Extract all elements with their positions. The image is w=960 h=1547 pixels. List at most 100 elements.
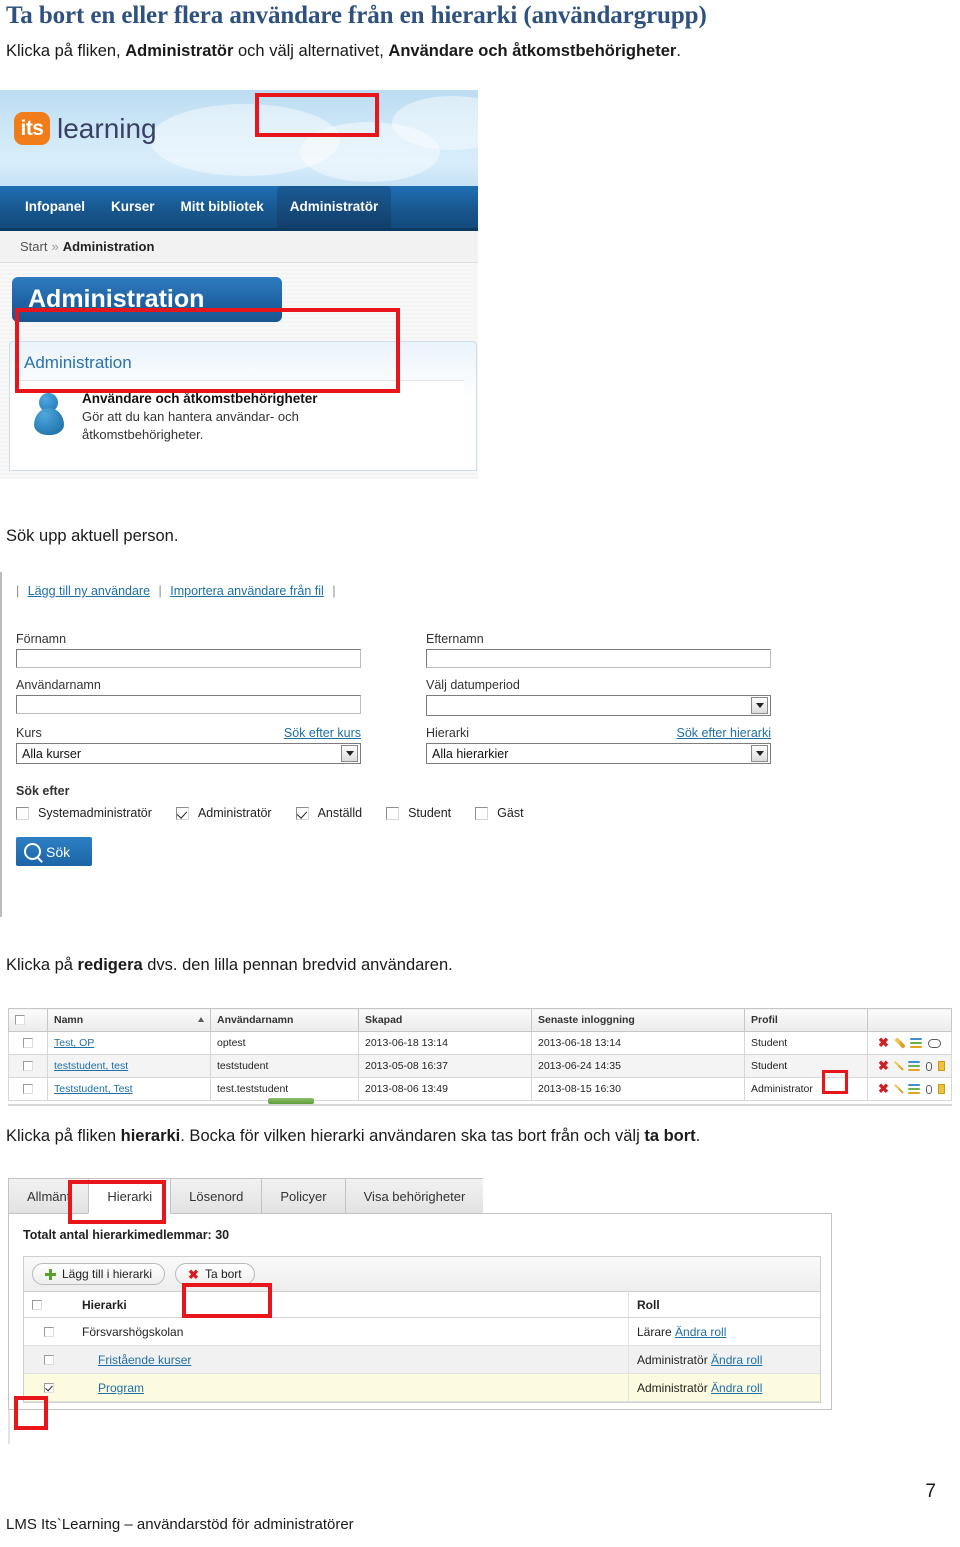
highlight-box-ta-bort-button: [182, 1283, 272, 1318]
select-kurs[interactable]: Alla kurser: [16, 743, 361, 764]
checkbox-item-student[interactable]: Student: [386, 806, 451, 820]
checkbox-item-anstalld[interactable]: Anställd: [295, 806, 362, 820]
search-button-label: Sök: [46, 843, 71, 860]
checkbox-student[interactable]: [386, 806, 400, 820]
page-number: 7: [925, 1481, 936, 1502]
link-andra-roll[interactable]: Ändra roll: [711, 1353, 762, 1367]
header-senaste-inloggning[interactable]: Senaste inloggning: [531, 1008, 745, 1032]
checkbox-row-select-checked[interactable]: [44, 1383, 54, 1394]
tabstrip-filler: [483, 1177, 832, 1214]
chevron-down-icon[interactable]: [341, 745, 358, 762]
select-datumperiod[interactable]: [426, 695, 771, 716]
link-hierarchy-name[interactable]: Fristående kurser: [98, 1353, 191, 1367]
mail-icon[interactable]: [938, 1084, 945, 1094]
edit-pencil-icon[interactable]: [894, 1037, 906, 1049]
cell-skapad: 2013-05-08 16:37: [358, 1054, 532, 1078]
row-checkbox-cell[interactable]: [24, 1345, 74, 1374]
list-icon[interactable]: [910, 1038, 922, 1048]
table-row: teststudent, test teststudent 2013-05-08…: [8, 1054, 952, 1078]
hierarchy-toolbar: Lägg till i hierarki ✖ Ta bort: [24, 1257, 820, 1292]
step4-paragraph: Klicka på fliken hierarki. Bocka för vil…: [6, 1127, 700, 1146]
checkbox-row-select[interactable]: [23, 1061, 33, 1072]
remove-button[interactable]: ✖ Ta bort: [175, 1263, 255, 1285]
sort-ascending-icon: [198, 1017, 204, 1022]
checkbox-gast[interactable]: [475, 806, 489, 820]
link-user-name[interactable]: Teststudent, Test: [54, 1083, 133, 1095]
chevron-down-icon[interactable]: [751, 745, 768, 762]
list-icon[interactable]: [907, 1084, 920, 1094]
nav-tab-administrator[interactable]: Administratör: [276, 186, 392, 228]
checkbox-row-select[interactable]: [44, 1355, 54, 1366]
delete-icon[interactable]: ✖: [878, 1036, 890, 1049]
link-hierarchy-name[interactable]: Program: [98, 1381, 144, 1395]
chevron-down-icon[interactable]: [751, 697, 768, 714]
edit-pencil-icon[interactable]: [894, 1084, 904, 1094]
input-efternamn[interactable]: [426, 649, 771, 668]
cell-hierarki[interactable]: Program: [74, 1373, 629, 1402]
nav-tab-kurser[interactable]: Kurser: [98, 186, 168, 228]
search-button[interactable]: Sök: [16, 837, 92, 866]
checkbox-anstalld[interactable]: [295, 806, 309, 820]
step4-suffix: .: [695, 1127, 701, 1145]
checkbox-select-all[interactable]: [15, 1015, 25, 1026]
header-namn[interactable]: Namn: [47, 1008, 211, 1032]
delete-icon[interactable]: ✖: [878, 1059, 890, 1072]
message-icon[interactable]: [925, 1061, 933, 1071]
plus-icon: [45, 1268, 56, 1280]
checkbox-row-select[interactable]: [44, 1327, 54, 1338]
edit-pencil-icon[interactable]: [894, 1061, 904, 1071]
users-card-description-line1: Gör att du kan hantera användar- och: [82, 409, 299, 424]
header-skapad[interactable]: Skapad: [358, 1008, 532, 1032]
link-import-users-from-file[interactable]: Importera användare från fil: [170, 584, 324, 598]
row-checkbox-cell[interactable]: [8, 1054, 48, 1078]
intro-suffix: .: [676, 42, 681, 60]
cell-hierarki[interactable]: Fristående kurser: [74, 1345, 629, 1374]
header-profil[interactable]: Profil: [744, 1008, 868, 1032]
link-andra-roll[interactable]: Ändra roll: [711, 1381, 762, 1395]
message-icon[interactable]: [925, 1084, 933, 1094]
cell-namn[interactable]: Teststudent, Test: [47, 1077, 211, 1101]
nav-tab-mitt-bibliotek[interactable]: Mitt bibliotek: [168, 186, 277, 228]
checkbox-select-all-hierarchies[interactable]: [32, 1300, 42, 1311]
its-learning-header: its learning: [0, 90, 478, 186]
link-sok-efter-hierarki[interactable]: Sök efter hierarki: [677, 726, 771, 740]
link-add-new-user[interactable]: Lägg till ny användare: [28, 584, 150, 598]
checkbox-item-gast[interactable]: Gäst: [475, 806, 524, 820]
step4-prefix: Klicka på fliken: [6, 1127, 121, 1145]
row-checkbox-cell[interactable]: [24, 1317, 74, 1346]
message-icon[interactable]: [928, 1038, 941, 1048]
nav-tab-infopanel[interactable]: Infopanel: [12, 186, 98, 228]
list-icon[interactable]: [907, 1061, 920, 1071]
total-members-label: Totalt antal hierarkimedlemmar: 30: [23, 1228, 230, 1242]
input-fornamn[interactable]: [16, 649, 361, 668]
cell-namn[interactable]: teststudent, test: [47, 1054, 211, 1078]
tab-visa-behorigheter[interactable]: Visa behörigheter: [344, 1178, 484, 1214]
delete-icon[interactable]: ✖: [878, 1082, 890, 1095]
cell-namn[interactable]: Test, OP: [47, 1031, 211, 1055]
link-user-name[interactable]: Test, OP: [54, 1037, 94, 1049]
checkbox-label-gast: Gäst: [497, 806, 524, 820]
row-checkbox-cell[interactable]: [8, 1077, 48, 1101]
checkbox-row-select[interactable]: [23, 1038, 33, 1049]
input-anvandarnamn[interactable]: [16, 695, 361, 714]
checkbox-item-systemadministrator[interactable]: Systemadministratör: [16, 806, 152, 820]
checkbox-label-student: Student: [408, 806, 452, 820]
tab-losenord[interactable]: Lösenord: [170, 1178, 262, 1214]
hierarchy-header-row: Hierarki Roll: [24, 1292, 820, 1318]
header-anvandarnamn[interactable]: Användarnamn: [210, 1008, 359, 1032]
link-andra-roll[interactable]: Ändra roll: [675, 1325, 726, 1339]
select-hierarki[interactable]: Alla hierarkier: [426, 743, 771, 764]
link-user-name[interactable]: teststudent, test: [54, 1060, 128, 1072]
checkbox-systemadministrator[interactable]: [16, 806, 29, 820]
breadcrumb-start[interactable]: Start: [20, 239, 47, 254]
link-sok-efter-kurs[interactable]: Sök efter kurs: [284, 726, 361, 740]
hierarchy-table: Hierarki Roll Försvarshögskolan Lärare Ä…: [24, 1292, 820, 1402]
checkbox-item-administrator[interactable]: Administratör: [175, 806, 272, 820]
add-to-hierarchy-button[interactable]: Lägg till i hierarki: [32, 1263, 166, 1285]
checkbox-administrator[interactable]: [175, 806, 189, 820]
mail-icon[interactable]: [938, 1061, 945, 1071]
cell-profil: Administrator: [744, 1077, 868, 1101]
checkbox-row-select[interactable]: [23, 1084, 33, 1095]
row-checkbox-cell[interactable]: [8, 1031, 48, 1055]
tab-policyer[interactable]: Policyer: [261, 1178, 345, 1214]
